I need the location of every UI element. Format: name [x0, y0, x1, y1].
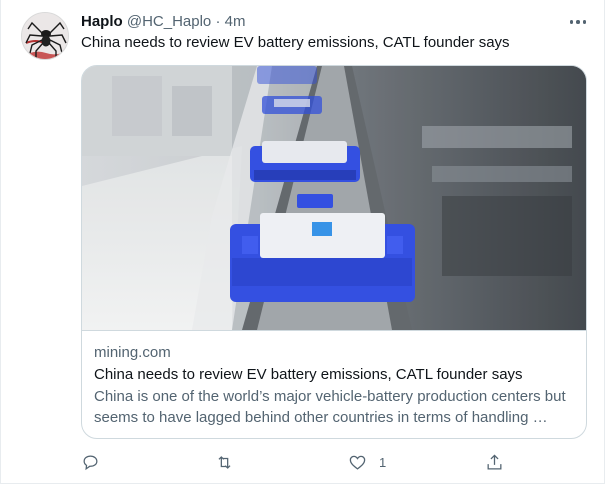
link-card[interactable]: mining.com China needs to review EV batt… — [81, 65, 587, 439]
retweet-button[interactable] — [215, 452, 234, 472]
share-icon — [487, 453, 502, 469]
card-body: mining.com China needs to review EV batt… — [94, 342, 578, 428]
tweet-actions: 1 — [81, 452, 511, 474]
retweet-icon — [218, 455, 231, 469]
like-count: 1 — [379, 454, 387, 470]
tweet-container[interactable]: Haplo @HC_Haplo · 4m China needs to revi… — [0, 0, 605, 484]
avatar[interactable] — [21, 12, 69, 60]
reply-button[interactable] — [81, 452, 100, 472]
tweet-text: China needs to review EV battery emissio… — [81, 34, 510, 51]
reply-icon — [83, 455, 98, 470]
card-description: China is one of the world’s major vehicl… — [94, 388, 566, 426]
author-name[interactable]: Haplo — [81, 13, 123, 30]
more-options-icon[interactable] — [567, 12, 589, 32]
share-button[interactable] — [485, 452, 504, 472]
author-handle[interactable]: @HC_Haplo — [127, 13, 211, 30]
like-button[interactable]: 1 — [348, 452, 386, 472]
card-title: China needs to review EV battery emissio… — [94, 366, 523, 383]
heart-icon — [349, 455, 366, 470]
card-domain: mining.com — [94, 344, 171, 361]
tweet-header: Haplo @HC_Haplo · 4m — [81, 12, 245, 32]
tweet-time[interactable]: 4m — [225, 13, 246, 30]
avatar-spider-icon — [22, 13, 68, 59]
battery-production-line-photo — [82, 66, 586, 330]
separator-dot: · — [215, 13, 221, 30]
card-image[interactable] — [82, 66, 586, 331]
